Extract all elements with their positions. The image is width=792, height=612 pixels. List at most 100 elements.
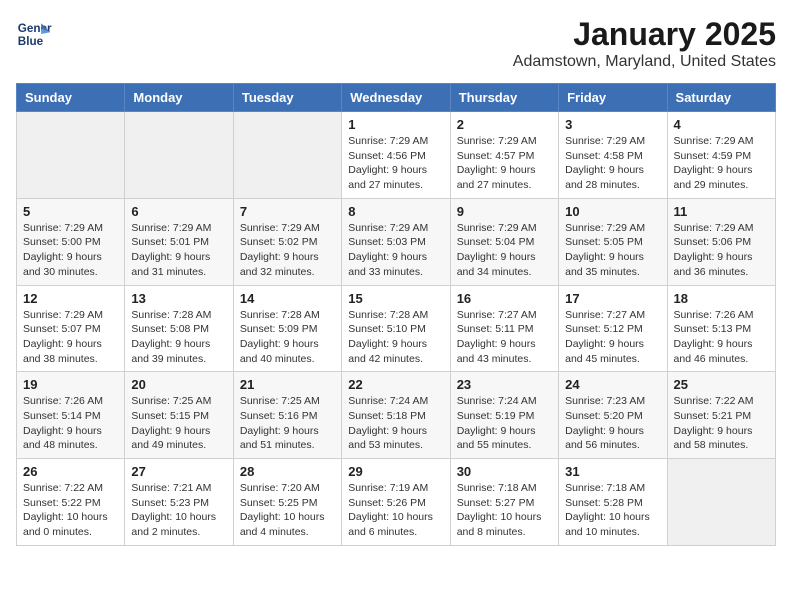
weekday-header-saturday: Saturday	[667, 84, 775, 112]
calendar-cell: 18Sunrise: 7:26 AM Sunset: 5:13 PM Dayli…	[667, 285, 775, 372]
calendar-cell: 21 Sunrise: 7:25 AM Sunset: 5:16 PM Dayli…	[233, 372, 341, 459]
day-number: 16	[457, 291, 552, 306]
day-number: 15	[348, 291, 443, 306]
day-info: Sunrise: 7:29 AM Sunset: 4:59 PM Dayligh…	[674, 134, 769, 193]
day-info: Sunrise: 7:27 AM Sunset: 5:11 PM Dayligh…	[457, 308, 552, 367]
day-number: 26	[23, 464, 118, 479]
calendar-cell: 17Sunrise: 7:27 AM Sunset: 5:12 PM Dayli…	[559, 285, 667, 372]
calendar-cell: 29 Sunrise: 7:19 AM Sunset: 5:26 PM Dayli…	[342, 459, 450, 546]
day-number: 25	[674, 377, 769, 392]
weekday-header-row: SundayMondayTuesdayWednesdayThursdayFrid…	[17, 84, 776, 112]
day-number: 31	[565, 464, 660, 479]
calendar-cell	[233, 112, 341, 199]
day-number: 4	[674, 117, 769, 132]
day-number: 20	[131, 377, 226, 392]
calendar-cell	[17, 112, 125, 199]
page-header: General Blue January 2025 Adamstown, Mar…	[16, 16, 776, 71]
calendar-cell: 20 Sunrise: 7:25 AM Sunset: 5:15 PM Dayli…	[125, 372, 233, 459]
svg-text:General: General	[18, 22, 52, 35]
calendar-cell: 24Sunrise: 7:23 AM Sunset: 5:20 PM Dayli…	[559, 372, 667, 459]
calendar-cell: 14 Sunrise: 7:28 AM Sunset: 5:09 PM Dayli…	[233, 285, 341, 372]
calendar-cell: 15 Sunrise: 7:28 AM Sunset: 5:10 PM Dayli…	[342, 285, 450, 372]
day-info: Sunrise: 7:25 AM Sunset: 5:16 PM Dayligh…	[240, 394, 335, 453]
calendar-table: SundayMondayTuesdayWednesdayThursdayFrid…	[16, 83, 776, 546]
calendar-cell: 28Sunrise: 7:20 AM Sunset: 5:25 PM Dayli…	[233, 459, 341, 546]
calendar-cell	[125, 112, 233, 199]
day-info: Sunrise: 7:27 AM Sunset: 5:12 PM Dayligh…	[565, 308, 660, 367]
calendar-cell: 31Sunrise: 7:18 AM Sunset: 5:28 PM Dayli…	[559, 459, 667, 546]
title-section: January 2025 Adamstown, Maryland, United…	[513, 16, 776, 71]
weekday-header-monday: Monday	[125, 84, 233, 112]
day-number: 30	[457, 464, 552, 479]
month-title: January 2025	[513, 16, 776, 53]
calendar-cell: 30 Sunrise: 7:18 AM Sunset: 5:27 PM Dayli…	[450, 459, 558, 546]
day-number: 24	[565, 377, 660, 392]
day-info: Sunrise: 7:20 AM Sunset: 5:25 PM Dayligh…	[240, 481, 335, 540]
weekday-header-tuesday: Tuesday	[233, 84, 341, 112]
calendar-cell: 8Sunrise: 7:29 AM Sunset: 5:03 PM Daylig…	[342, 198, 450, 285]
calendar-cell: 27 Sunrise: 7:21 AM Sunset: 5:23 PM Dayli…	[125, 459, 233, 546]
calendar-cell: 6Sunrise: 7:29 AM Sunset: 5:01 PM Daylig…	[125, 198, 233, 285]
day-number: 27	[131, 464, 226, 479]
day-info: Sunrise: 7:21 AM Sunset: 5:23 PM Dayligh…	[131, 481, 226, 540]
calendar-cell: 12 Sunrise: 7:29 AM Sunset: 5:07 PM Dayli…	[17, 285, 125, 372]
calendar-cell: 7Sunrise: 7:29 AM Sunset: 5:02 PM Daylig…	[233, 198, 341, 285]
day-number: 21	[240, 377, 335, 392]
calendar-cell: 3 Sunrise: 7:29 AM Sunset: 4:58 PM Daylig…	[559, 112, 667, 199]
day-number: 9	[457, 204, 552, 219]
day-info: Sunrise: 7:29 AM Sunset: 5:04 PM Dayligh…	[457, 221, 552, 280]
day-info: Sunrise: 7:22 AM Sunset: 5:22 PM Dayligh…	[23, 481, 118, 540]
weekday-header-sunday: Sunday	[17, 84, 125, 112]
calendar-cell: 1 Sunrise: 7:29 AM Sunset: 4:56 PM Daylig…	[342, 112, 450, 199]
svg-text:Blue: Blue	[18, 35, 44, 48]
day-info: Sunrise: 7:18 AM Sunset: 5:27 PM Dayligh…	[457, 481, 552, 540]
location-title: Adamstown, Maryland, United States	[513, 53, 776, 71]
calendar-cell: 23Sunrise: 7:24 AM Sunset: 5:19 PM Dayli…	[450, 372, 558, 459]
day-number: 1	[348, 117, 443, 132]
day-info: Sunrise: 7:24 AM Sunset: 5:19 PM Dayligh…	[457, 394, 552, 453]
calendar-cell: 22 Sunrise: 7:24 AM Sunset: 5:18 PM Dayli…	[342, 372, 450, 459]
calendar-week-row: 19 Sunrise: 7:26 AM Sunset: 5:14 PM Dayli…	[17, 372, 776, 459]
day-info: Sunrise: 7:29 AM Sunset: 5:07 PM Dayligh…	[23, 308, 118, 367]
calendar-cell: 2 Sunrise: 7:29 AM Sunset: 4:57 PM Daylig…	[450, 112, 558, 199]
day-info: Sunrise: 7:24 AM Sunset: 5:18 PM Dayligh…	[348, 394, 443, 453]
day-number: 2	[457, 117, 552, 132]
day-number: 3	[565, 117, 660, 132]
day-info: Sunrise: 7:22 AM Sunset: 5:21 PM Dayligh…	[674, 394, 769, 453]
day-info: Sunrise: 7:26 AM Sunset: 5:14 PM Dayligh…	[23, 394, 118, 453]
calendar-cell: 9 Sunrise: 7:29 AM Sunset: 5:04 PM Daylig…	[450, 198, 558, 285]
day-number: 14	[240, 291, 335, 306]
day-info: Sunrise: 7:28 AM Sunset: 5:09 PM Dayligh…	[240, 308, 335, 367]
day-info: Sunrise: 7:28 AM Sunset: 5:08 PM Dayligh…	[131, 308, 226, 367]
calendar-cell	[667, 459, 775, 546]
day-info: Sunrise: 7:29 AM Sunset: 4:57 PM Dayligh…	[457, 134, 552, 193]
day-number: 18	[674, 291, 769, 306]
logo: General Blue	[16, 16, 52, 52]
calendar-cell: 13 Sunrise: 7:28 AM Sunset: 5:08 PM Dayli…	[125, 285, 233, 372]
day-number: 11	[674, 204, 769, 219]
day-info: Sunrise: 7:29 AM Sunset: 5:06 PM Dayligh…	[674, 221, 769, 280]
weekday-header-wednesday: Wednesday	[342, 84, 450, 112]
calendar-week-row: 5Sunrise: 7:29 AM Sunset: 5:00 PM Daylig…	[17, 198, 776, 285]
day-info: Sunrise: 7:29 AM Sunset: 4:58 PM Dayligh…	[565, 134, 660, 193]
day-number: 13	[131, 291, 226, 306]
day-number: 22	[348, 377, 443, 392]
day-number: 12	[23, 291, 118, 306]
day-info: Sunrise: 7:29 AM Sunset: 4:56 PM Dayligh…	[348, 134, 443, 193]
day-info: Sunrise: 7:29 AM Sunset: 5:00 PM Dayligh…	[23, 221, 118, 280]
calendar-cell: 26 Sunrise: 7:22 AM Sunset: 5:22 PM Dayli…	[17, 459, 125, 546]
calendar-cell: 16 Sunrise: 7:27 AM Sunset: 5:11 PM Dayli…	[450, 285, 558, 372]
calendar-cell: 11 Sunrise: 7:29 AM Sunset: 5:06 PM Dayli…	[667, 198, 775, 285]
day-number: 29	[348, 464, 443, 479]
day-info: Sunrise: 7:25 AM Sunset: 5:15 PM Dayligh…	[131, 394, 226, 453]
day-number: 8	[348, 204, 443, 219]
day-number: 19	[23, 377, 118, 392]
calendar-cell: 4 Sunrise: 7:29 AM Sunset: 4:59 PM Daylig…	[667, 112, 775, 199]
weekday-header-thursday: Thursday	[450, 84, 558, 112]
calendar-cell: 10Sunrise: 7:29 AM Sunset: 5:05 PM Dayli…	[559, 198, 667, 285]
logo-icon: General Blue	[16, 16, 52, 52]
day-info: Sunrise: 7:28 AM Sunset: 5:10 PM Dayligh…	[348, 308, 443, 367]
day-number: 7	[240, 204, 335, 219]
day-info: Sunrise: 7:19 AM Sunset: 5:26 PM Dayligh…	[348, 481, 443, 540]
weekday-header-friday: Friday	[559, 84, 667, 112]
